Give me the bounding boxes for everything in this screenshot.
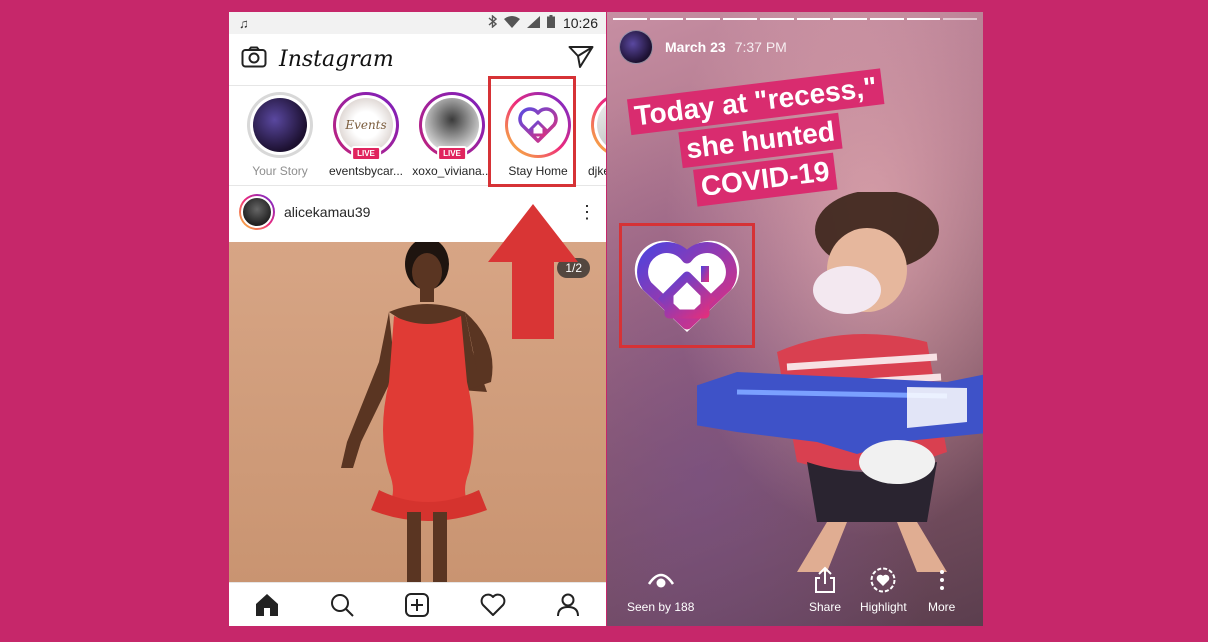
status-time: 10:26 bbox=[562, 15, 598, 31]
stay-home-highlight-box bbox=[488, 76, 576, 187]
app-title: Instagram bbox=[279, 47, 394, 72]
stay-home-sticker-highlight-box bbox=[619, 223, 755, 348]
profile-icon[interactable] bbox=[554, 591, 582, 619]
seen-by-label: Seen by 188 bbox=[627, 600, 695, 614]
avatar[interactable] bbox=[619, 30, 653, 64]
search-icon[interactable] bbox=[328, 591, 356, 619]
avatar bbox=[425, 98, 479, 152]
eye-icon bbox=[647, 564, 675, 596]
story-label: djke bbox=[588, 164, 606, 178]
stay-home-sticker-icon[interactable] bbox=[628, 232, 746, 340]
story-label: eventsbycar... bbox=[328, 164, 404, 178]
story-header: March 23 7:37 PM bbox=[619, 30, 787, 64]
music-note-icon: ♫ bbox=[239, 15, 249, 31]
add-post-icon[interactable] bbox=[403, 591, 431, 619]
story-your-story[interactable]: Your Story bbox=[237, 92, 323, 178]
story-xoxo-viviana[interactable]: LIVE xoxo_viviana... bbox=[409, 92, 495, 178]
story-time: 7:37 PM bbox=[734, 39, 787, 55]
story-label: xoxo_viviana... bbox=[412, 164, 492, 178]
bluetooth-icon bbox=[488, 14, 498, 31]
story-label: Your Story bbox=[252, 164, 308, 178]
avatar bbox=[597, 98, 606, 152]
paper-plane-icon[interactable] bbox=[568, 45, 594, 74]
more-options-icon[interactable]: ⋮ bbox=[578, 202, 596, 223]
share-label: Share bbox=[809, 600, 842, 614]
highlight-heart-icon bbox=[869, 564, 897, 596]
avatar[interactable] bbox=[239, 194, 275, 230]
highlight-button[interactable]: Highlight bbox=[860, 564, 907, 614]
more-options-icon bbox=[939, 564, 945, 596]
signal-icon bbox=[526, 15, 540, 31]
status-bar: ♫ 10:26 bbox=[229, 12, 606, 34]
wifi-icon bbox=[503, 15, 520, 31]
share-button[interactable]: Share bbox=[809, 564, 841, 614]
story-date: March 23 bbox=[665, 39, 726, 55]
avatar bbox=[253, 98, 307, 152]
story-eventsbycar[interactable]: Events LIVE eventsbycar... bbox=[323, 92, 409, 178]
share-icon bbox=[814, 564, 836, 596]
heart-icon[interactable] bbox=[479, 591, 507, 619]
bottom-nav bbox=[229, 582, 606, 626]
battery-icon bbox=[546, 15, 555, 31]
live-badge: LIVE bbox=[351, 146, 381, 161]
live-badge: LIVE bbox=[437, 146, 467, 161]
more-button[interactable]: More bbox=[928, 564, 955, 614]
camera-icon[interactable] bbox=[241, 46, 267, 73]
story-viewer-screen: March 23 7:37 PM Today at "recess," she … bbox=[607, 12, 983, 626]
red-arrow-annotation bbox=[488, 204, 578, 339]
more-label: More bbox=[928, 600, 956, 614]
seen-by-button[interactable]: Seen by 188 bbox=[627, 564, 694, 614]
avatar: Events bbox=[339, 98, 393, 152]
story-actions-bar: Seen by 188 Share Highlight More bbox=[607, 554, 983, 626]
highlight-label: Highlight bbox=[860, 600, 907, 614]
home-icon[interactable] bbox=[253, 591, 281, 619]
instagram-feed-screen: ♫ 10:26 Instagram Your Story Events LIVE… bbox=[229, 12, 606, 626]
story-djke[interactable]: djke bbox=[581, 92, 606, 178]
story-progress-bar bbox=[613, 18, 978, 20]
